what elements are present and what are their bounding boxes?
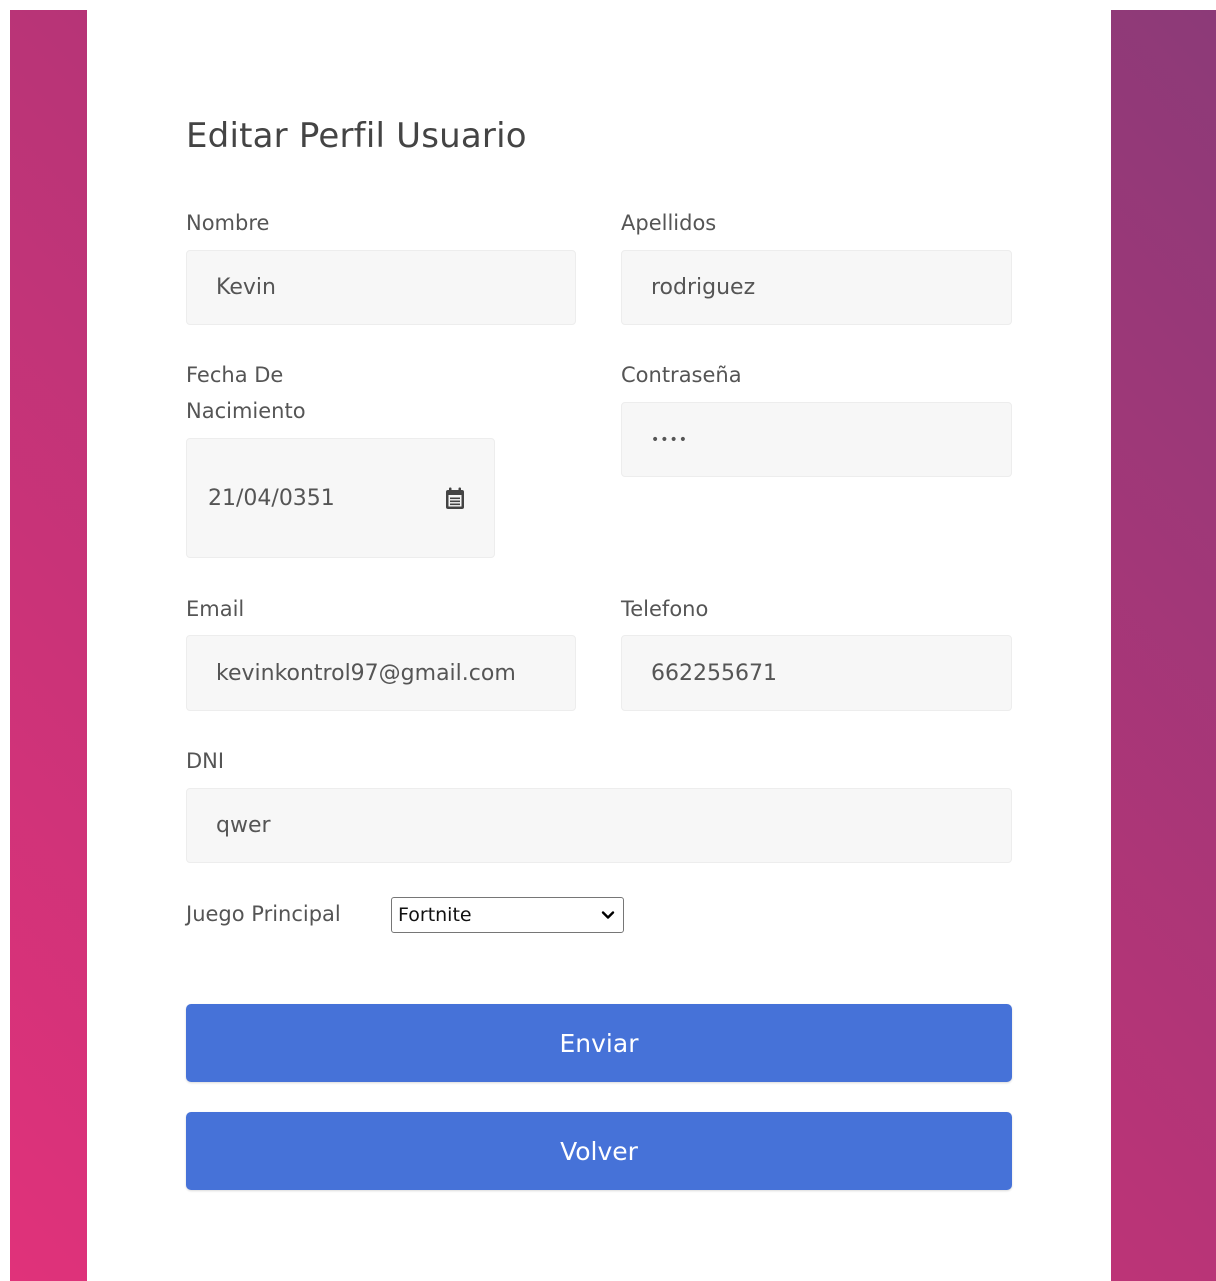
email-value: kevinkontrol97@gmail.com — [216, 660, 516, 686]
nombre-value: Kevin — [216, 275, 276, 300]
dni-input[interactable]: qwer — [186, 788, 1012, 863]
apellidos-value: rodriguez — [651, 275, 756, 300]
fecha-label-line1: Fecha De — [186, 363, 284, 387]
dni-label: DNI — [186, 749, 225, 773]
nombre-input[interactable]: Kevin — [186, 250, 576, 325]
telefono-input[interactable]: 662255671 — [621, 635, 1012, 711]
apellidos-label: Apellidos — [621, 211, 717, 235]
contrasena-label: Contraseña — [621, 363, 742, 387]
email-input[interactable]: kevinkontrol97@gmail.com — [186, 635, 576, 711]
chevron-down-icon — [601, 911, 615, 919]
calendar-icon[interactable] — [444, 487, 466, 511]
juego-label: Juego Principal — [186, 902, 341, 926]
contrasena-value: •••• — [651, 431, 689, 448]
volver-button[interactable]: Volver — [186, 1112, 1012, 1190]
fecha-nacimiento-input[interactable]: 21/04/0351 — [186, 438, 495, 558]
telefono-label: Telefono — [621, 597, 709, 621]
page-title: Editar Perfil Usuario — [186, 116, 527, 156]
nombre-label: Nombre — [186, 211, 270, 235]
fecha-value: 21/04/0351 — [208, 485, 335, 511]
enviar-button[interactable]: Enviar — [186, 1004, 1012, 1082]
juego-principal-select[interactable]: Fortnite — [391, 897, 624, 933]
apellidos-input[interactable]: rodriguez — [621, 250, 1012, 325]
telefono-value: 662255671 — [651, 660, 777, 686]
email-label: Email — [186, 597, 245, 621]
contrasena-input[interactable]: •••• — [621, 402, 1012, 477]
dni-value: qwer — [216, 813, 271, 838]
juego-selected-value: Fortnite — [398, 904, 472, 926]
fecha-label-line2: Nacimiento — [186, 399, 306, 423]
